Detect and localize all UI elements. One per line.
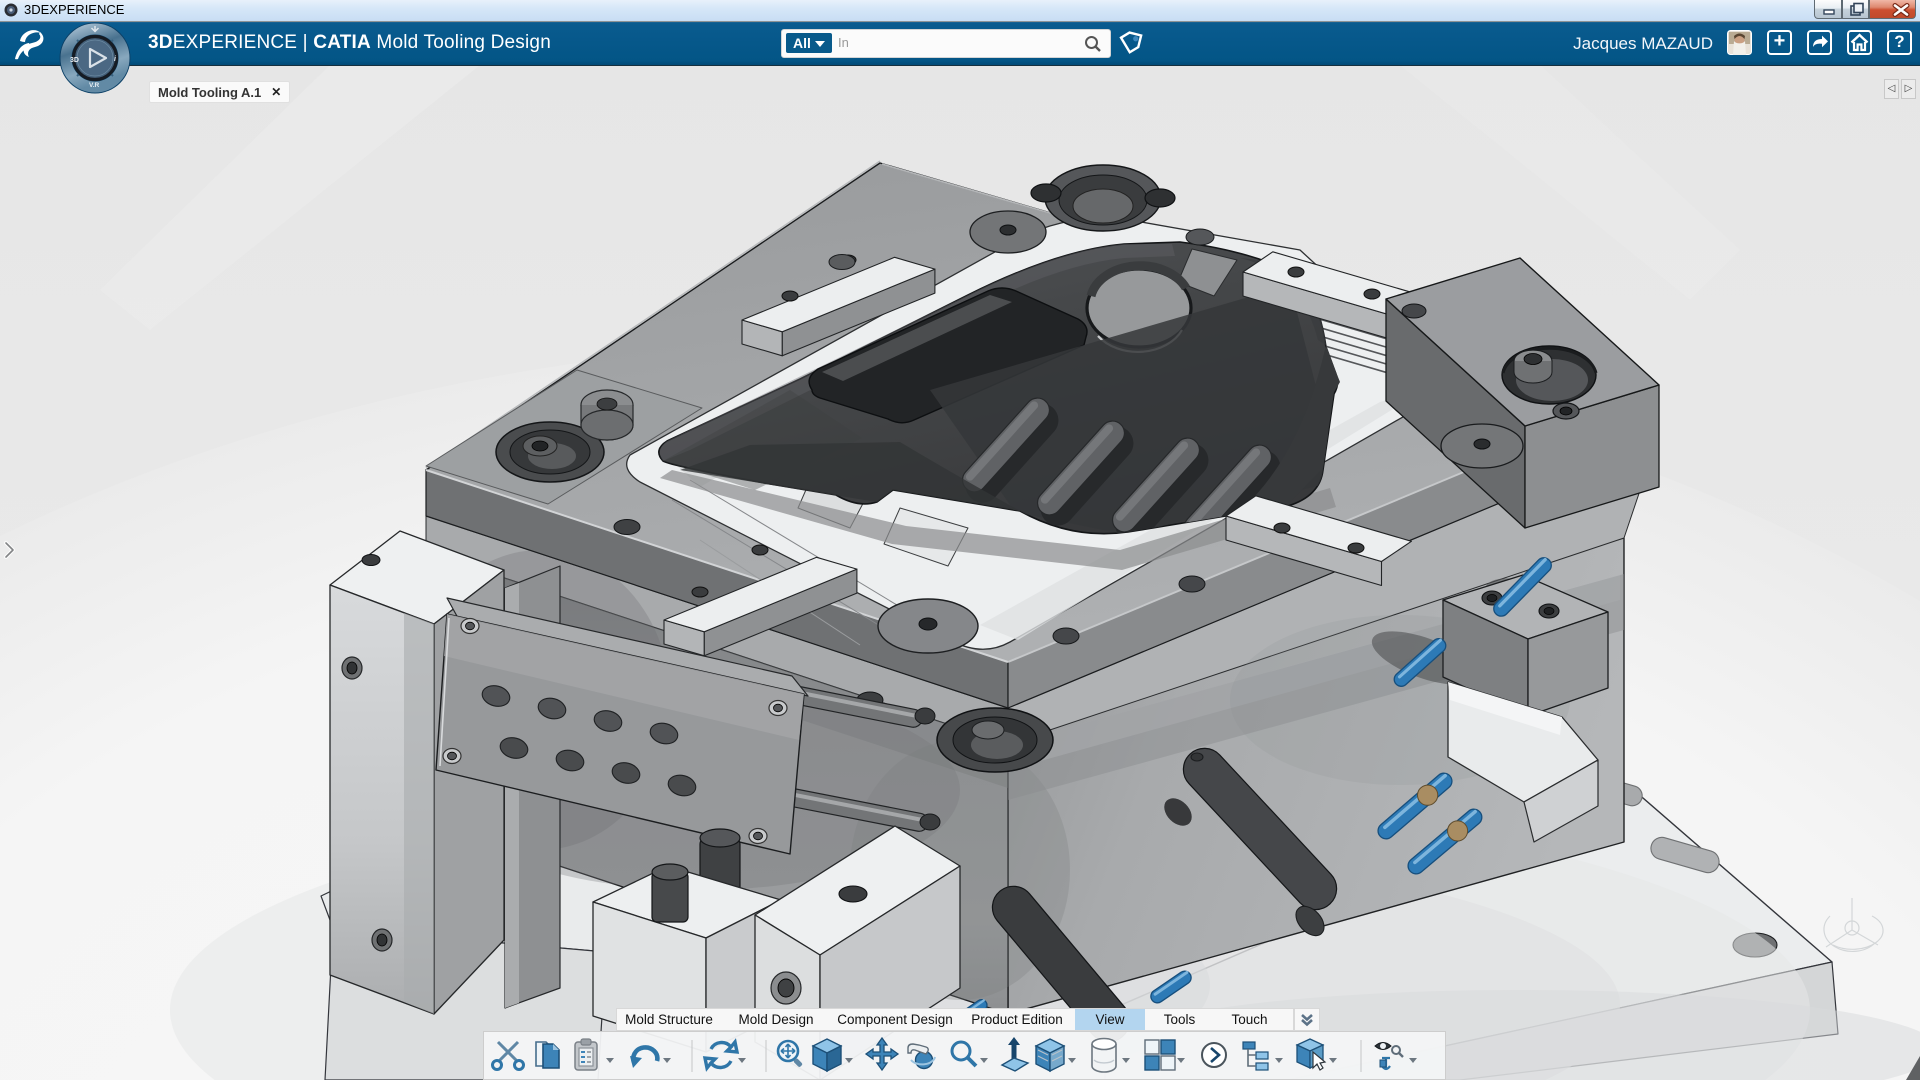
- svg-text:V.R: V.R: [89, 82, 100, 89]
- svg-text:3D: 3D: [70, 57, 79, 64]
